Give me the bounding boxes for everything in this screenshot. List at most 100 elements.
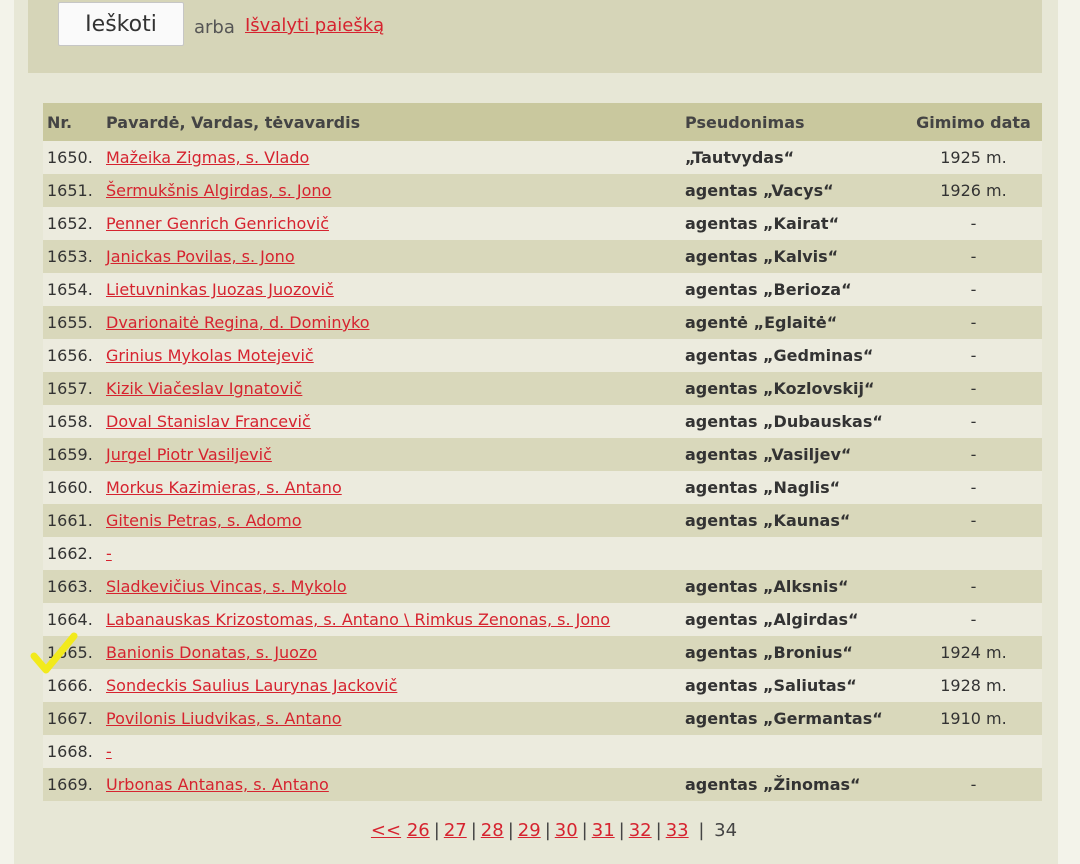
row-birth-date: -: [905, 339, 1042, 372]
table-row: 1658. Doval Stanislav Francevič agentas „D…: [43, 405, 1042, 438]
person-link[interactable]: -: [106, 742, 112, 761]
pagination-separator: |: [470, 820, 477, 841]
table-row: 1653. Janickas Povilas, s. Jono agentas „K…: [43, 240, 1042, 273]
row-nr: 1653.: [43, 240, 106, 273]
pagination-page-link[interactable]: 30: [555, 820, 578, 841]
row-name-cell: Janickas Povilas, s. Jono: [106, 240, 685, 273]
row-nr: 1662.: [43, 537, 106, 570]
table-row: 1667. Povilonis Liudvikas, s. Antano agent…: [43, 702, 1042, 735]
pagination-separator: |: [544, 820, 551, 841]
person-link[interactable]: Grinius Mykolas Motejevič: [106, 346, 314, 365]
row-pseudonym: agentas „Kairat“: [685, 207, 905, 240]
pagination-page-link[interactable]: 33: [666, 820, 689, 841]
person-link[interactable]: Mažeika Zigmas, s. Vlado: [106, 148, 309, 167]
table-row: 1656. Grinius Mykolas Motejevič agentas „G…: [43, 339, 1042, 372]
row-name-cell: Sladkevičius Vincas, s. Mykolo: [106, 570, 685, 603]
pagination-separator: |: [618, 820, 625, 841]
person-link[interactable]: Labanauskas Krizostomas, s. Antano \ Rim…: [106, 610, 610, 629]
pagination-page-link[interactable]: 29: [518, 820, 541, 841]
search-panel: Ieškoti arba Išvalyti paiešką: [28, 0, 1042, 73]
person-link[interactable]: Doval Stanislav Francevič: [106, 412, 311, 431]
row-name-cell: Povilonis Liudvikas, s. Antano: [106, 702, 685, 735]
person-link[interactable]: -: [106, 544, 112, 563]
row-birth-date: [905, 537, 1042, 570]
row-pseudonym: [685, 537, 905, 570]
page-container: Ieškoti arba Išvalyti paiešką Nr. Pavard…: [14, 0, 1058, 864]
header-nr: Nr.: [43, 103, 106, 141]
person-link[interactable]: Dvarionaitė Regina, d. Dominyko: [106, 313, 370, 332]
row-birth-date: 1928 m.: [905, 669, 1042, 702]
person-link[interactable]: Gitenis Petras, s. Adomo: [106, 511, 302, 530]
table-row: 1650. Mažeika Zigmas, s. Vlado „Tautvydas“…: [43, 141, 1042, 174]
header-pseudonym: Pseudonimas: [685, 103, 905, 141]
person-link[interactable]: Banionis Donatas, s. Juozo: [106, 643, 317, 662]
pagination-page-link[interactable]: 26: [407, 820, 430, 841]
table-row: 1664. Labanauskas Krizostomas, s. Antano …: [43, 603, 1042, 636]
table-row: 1655. Dvarionaitė Regina, d. Dominyko agen…: [43, 306, 1042, 339]
row-name-cell: Banionis Donatas, s. Juozo: [106, 636, 685, 669]
person-link[interactable]: Sondeckis Saulius Laurynas Jackovič: [106, 676, 397, 695]
row-nr: 1657.: [43, 372, 106, 405]
search-button[interactable]: Ieškoti: [58, 2, 184, 46]
pagination-page-link[interactable]: 28: [481, 820, 504, 841]
pagination-first[interactable]: <<: [371, 820, 401, 841]
pagination-separator: |: [433, 820, 440, 841]
row-nr: 1664.: [43, 603, 106, 636]
row-name-cell: Kizik Viačeslav Ignatovič: [106, 372, 685, 405]
person-link[interactable]: Povilonis Liudvikas, s. Antano: [106, 709, 342, 728]
row-name-cell: Gitenis Petras, s. Adomo: [106, 504, 685, 537]
row-birth-date: -: [905, 405, 1042, 438]
row-birth-date: -: [905, 207, 1042, 240]
row-pseudonym: agentas „Dubauskas“: [685, 405, 905, 438]
person-link[interactable]: Morkus Kazimieras, s. Antano: [106, 478, 342, 497]
row-pseudonym: agentas „Kozlovskij“: [685, 372, 905, 405]
person-link[interactable]: Jurgel Piotr Vasiljevič: [106, 445, 272, 464]
row-nr: 1667.: [43, 702, 106, 735]
row-name-cell: Grinius Mykolas Motejevič: [106, 339, 685, 372]
table-row: 1652. Penner Genrich Genrichovič agentas „…: [43, 207, 1042, 240]
person-link[interactable]: Janickas Povilas, s. Jono: [106, 247, 295, 266]
person-link[interactable]: Penner Genrich Genrichovič: [106, 214, 329, 233]
table-row: 1666. Sondeckis Saulius Laurynas Jackovič…: [43, 669, 1042, 702]
row-nr: 1658.: [43, 405, 106, 438]
row-birth-date: [905, 735, 1042, 768]
row-name-cell: Sondeckis Saulius Laurynas Jackovič: [106, 669, 685, 702]
pagination-page-link[interactable]: 31: [592, 820, 615, 841]
person-link[interactable]: Urbonas Antanas, s. Antano: [106, 775, 329, 794]
person-link[interactable]: Lietuvninkas Juozas Juozovič: [106, 280, 334, 299]
row-birth-date: 1910 m.: [905, 702, 1042, 735]
row-pseudonym: agentas „Bronius“: [685, 636, 905, 669]
pagination-separator: |: [507, 820, 514, 841]
row-pseudonym: agentas „Gedminas“: [685, 339, 905, 372]
row-nr: 1669.: [43, 768, 106, 801]
table-row: 1660. Morkus Kazimieras, s. Antano agentas…: [43, 471, 1042, 504]
row-nr: 1652.: [43, 207, 106, 240]
results-table: Nr. Pavardė, Vardas, tėvavardis Pseudoni…: [43, 103, 1042, 801]
row-pseudonym: agentas „Žinomas“: [685, 768, 905, 801]
row-birth-date: -: [905, 273, 1042, 306]
row-birth-date: -: [905, 438, 1042, 471]
row-nr: 1656.: [43, 339, 106, 372]
row-birth-date: -: [905, 570, 1042, 603]
row-pseudonym: [685, 735, 905, 768]
pagination: << 26 | 27 | 28 | 29 | 30 | 31 | 32 | 33 | 34: [14, 820, 1080, 841]
row-name-cell: -: [106, 537, 685, 570]
person-link[interactable]: Kizik Viačeslav Ignatovič: [106, 379, 302, 398]
row-birth-date: 1926 m.: [905, 174, 1042, 207]
pagination-separator: |: [581, 820, 588, 841]
pagination-page-link[interactable]: 32: [629, 820, 652, 841]
table-row: 1661. Gitenis Petras, s. Adomo agentas „Ka…: [43, 504, 1042, 537]
pagination-page-link[interactable]: 27: [444, 820, 467, 841]
person-link[interactable]: Šermukšnis Algirdas, s. Jono: [106, 181, 331, 200]
row-nr: 1650.: [43, 141, 106, 174]
row-pseudonym: agentas „Vacys“: [685, 174, 905, 207]
row-birth-date: -: [905, 603, 1042, 636]
row-pseudonym: agentas „Berioza“: [685, 273, 905, 306]
row-name-cell: Morkus Kazimieras, s. Antano: [106, 471, 685, 504]
clear-search-link[interactable]: Išvalyti paiešką: [245, 15, 384, 36]
table-row: 1651. Šermukšnis Algirdas, s. Jono agentas…: [43, 174, 1042, 207]
row-nr: 1659.: [43, 438, 106, 471]
table-row: 1665. Banionis Donatas, s. Juozo agentas „…: [43, 636, 1042, 669]
person-link[interactable]: Sladkevičius Vincas, s. Mykolo: [106, 577, 347, 596]
row-name-cell: Mažeika Zigmas, s. Vlado: [106, 141, 685, 174]
